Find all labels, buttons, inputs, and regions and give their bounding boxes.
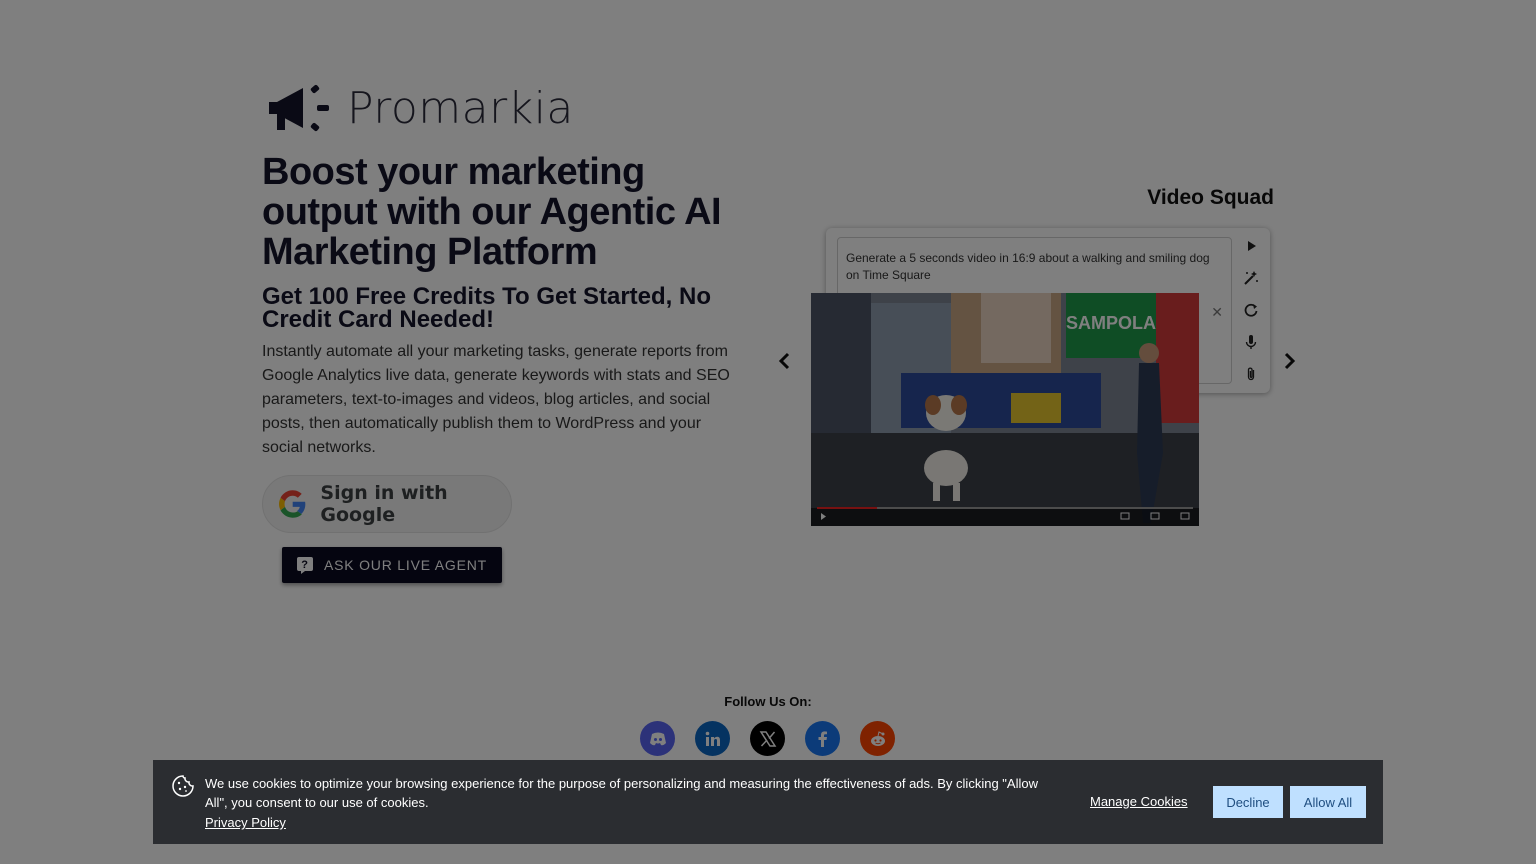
page-overlay <box>0 0 1536 864</box>
decline-cookies-button[interactable]: Decline <box>1213 786 1283 818</box>
manage-cookies-link[interactable]: Manage Cookies <box>1090 794 1188 809</box>
cookie-consent-banner: We use cookies to optimize your browsing… <box>153 760 1383 844</box>
cookie-message: We use cookies to optimize your browsing… <box>205 774 1055 832</box>
privacy-policy-link[interactable]: Privacy Policy <box>205 813 286 832</box>
cookie-message-text: We use cookies to optimize your browsing… <box>205 776 1038 810</box>
allow-all-cookies-button[interactable]: Allow All <box>1290 786 1366 818</box>
cookie-icon <box>172 775 194 797</box>
